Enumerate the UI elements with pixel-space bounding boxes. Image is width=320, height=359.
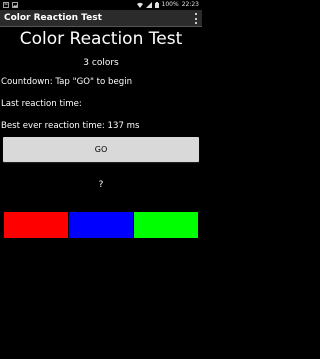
countdown-label: Countdown: Tap "GO" to begin: [1, 77, 133, 87]
status-right: 100% 22:23: [136, 0, 199, 10]
page-title: Color Reaction Test: [19, 29, 183, 49]
color-tile-blue[interactable]: [69, 212, 133, 238]
overflow-dot: [195, 22, 197, 24]
app-title: Color Reaction Test: [4, 13, 102, 23]
best-reaction-label: Best ever reaction time: 137 ms: [1, 121, 140, 131]
battery-percent: 100%: [161, 1, 179, 8]
colors-count-label: 3 colors: [83, 58, 119, 68]
color-tile-green[interactable]: [134, 212, 198, 238]
action-bar: Color Reaction Test: [0, 10, 202, 27]
status-time: 22:23: [181, 1, 199, 8]
image-icon: [12, 2, 18, 8]
signal-icon: [145, 2, 152, 8]
overflow-dot: [195, 13, 197, 15]
status-bar: 100% 22:23: [0, 0, 202, 10]
color-tile-red[interactable]: [4, 212, 68, 238]
battery-icon: [154, 2, 159, 8]
overflow-dot: [195, 17, 197, 20]
last-reaction-label: Last reaction time:: [1, 99, 82, 109]
wifi-icon: [136, 2, 143, 8]
target-color-indicator: ?: [98, 180, 104, 190]
notification-icon: [3, 2, 9, 8]
status-left: [3, 0, 18, 10]
overflow-menu-icon[interactable]: [193, 13, 199, 24]
go-button[interactable]: GO: [3, 137, 199, 162]
